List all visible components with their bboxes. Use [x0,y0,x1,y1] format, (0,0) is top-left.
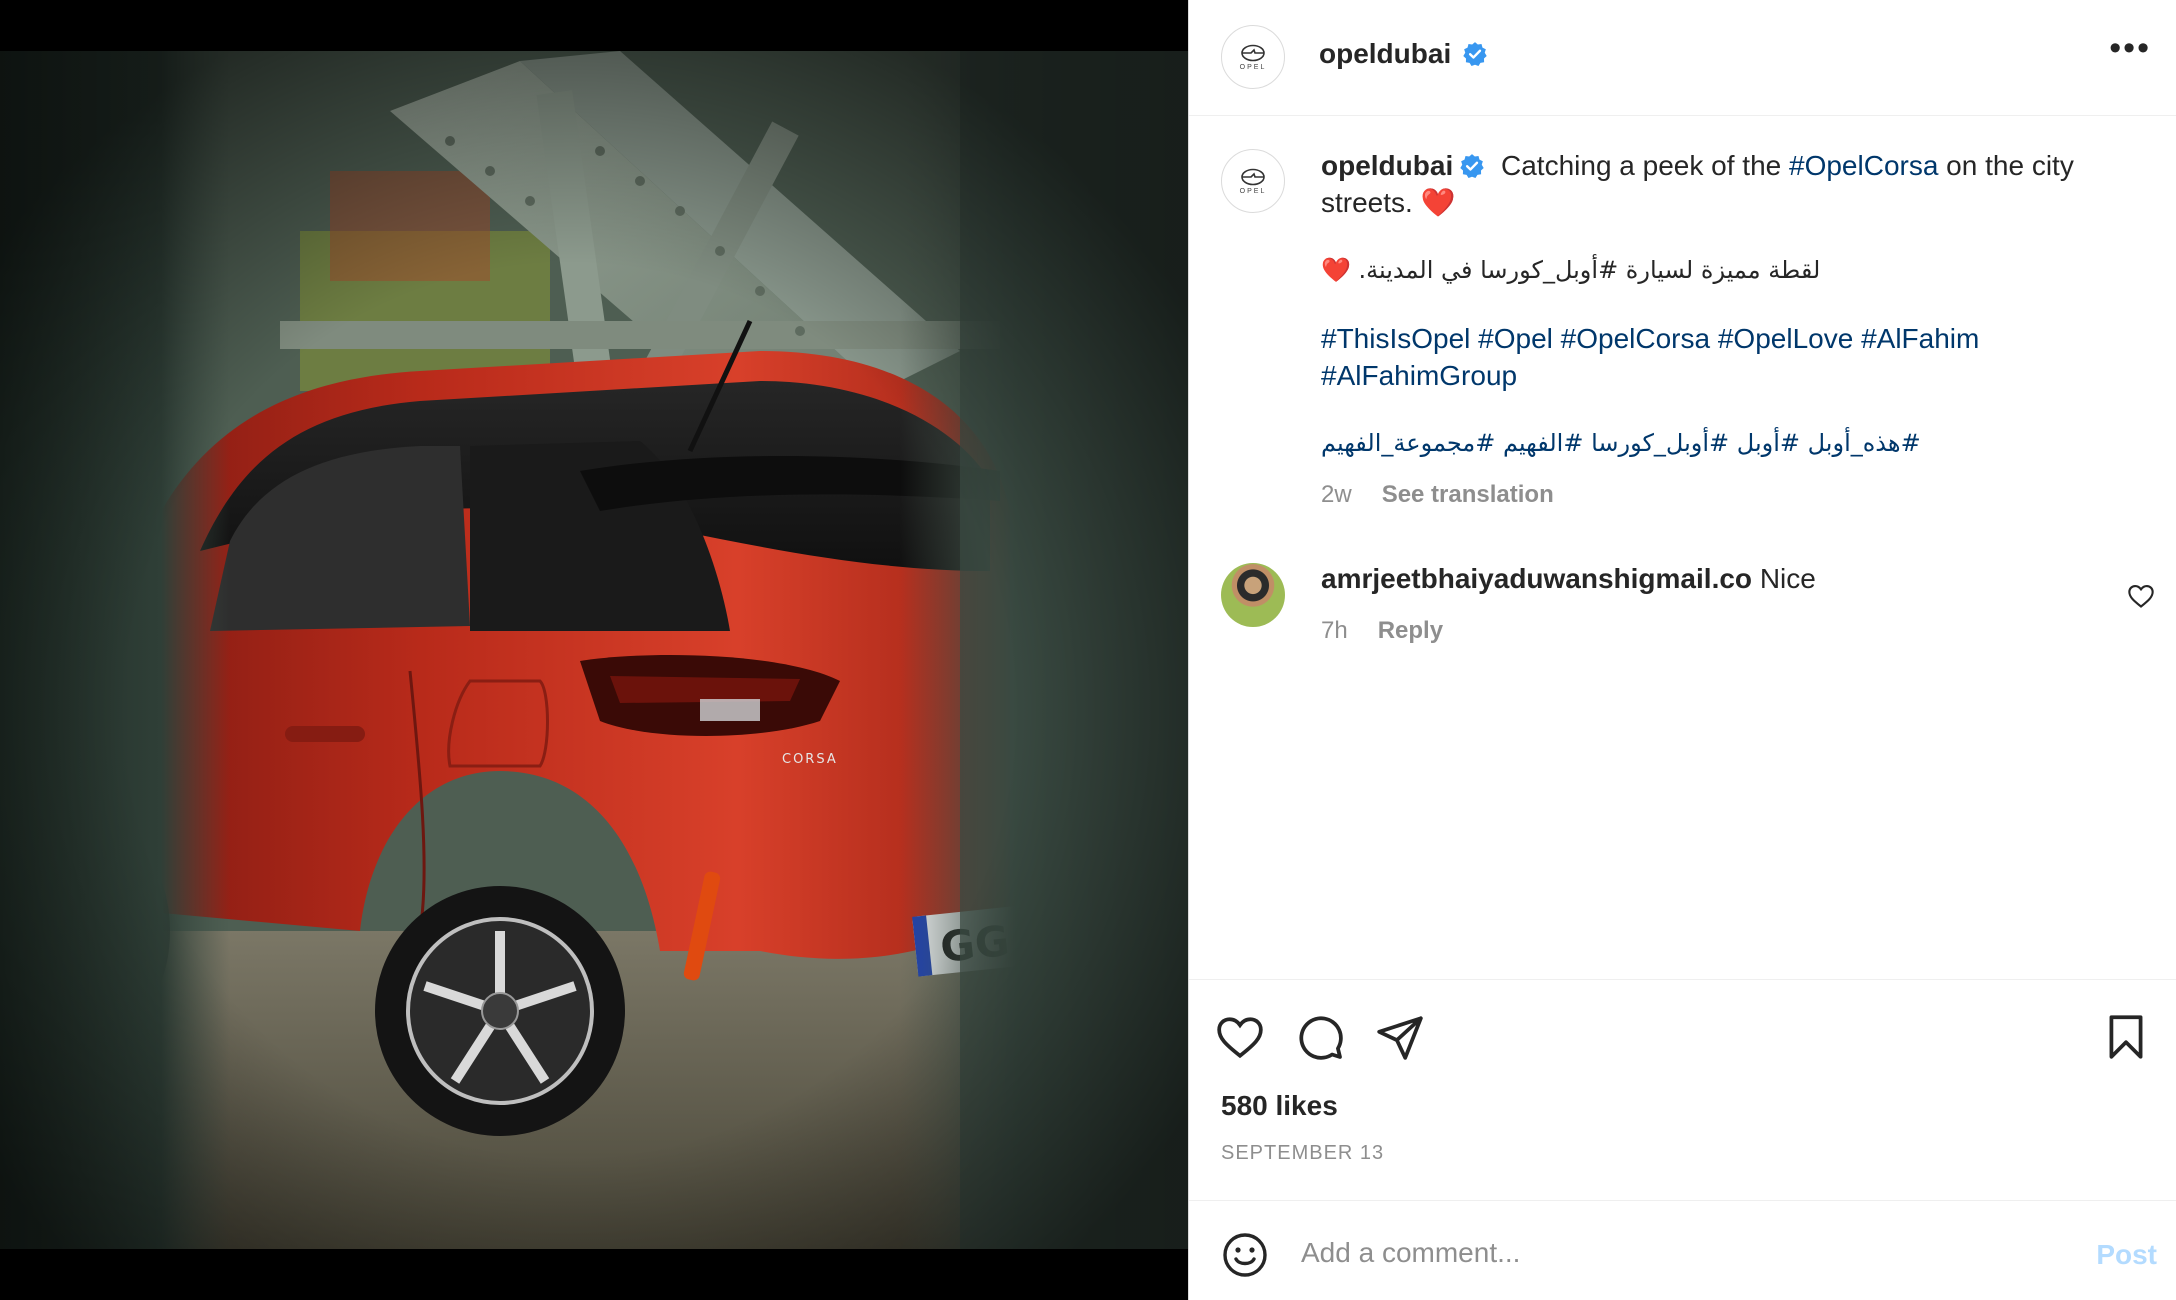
post-photo[interactable]: CORSA GG [0,51,1188,1249]
avatar-text: OPEL [1239,63,1267,71]
post-date[interactable]: SEPTEMBER 13 [1221,1142,1384,1165]
post-media[interactable]: CORSA GG [0,0,1188,1300]
more-options-icon[interactable]: ••• [2109,31,2151,65]
caption-arabic: لقطة مميزة لسيارة #أوبل_كورسا في المدينة… [1321,256,1821,284]
action-bar: 580 likes SEPTEMBER 13 [1189,979,2176,1179]
post-caption: opeldubai Catching a peek of the #OpelCo… [1321,147,2111,513]
commenter-avatar[interactable] [1221,563,1285,627]
comment-bubble-icon[interactable] [1295,1012,1345,1062]
hashtags-arabic[interactable]: #هذه_أوبل #أوبل #أوبل_كورسا #الفهيم #مجم… [1321,425,2111,462]
comment-body: amrjeetbhaiyaduwanshigmail.co Nice [1321,563,1816,595]
commenter-username[interactable]: amrjeetbhaiyaduwanshigmail.co [1321,563,1752,594]
opel-logo-icon [1241,44,1265,61]
add-comment-bar: Post [1189,1200,2176,1300]
hashtags-english[interactable]: #ThisIsOpel #Opel #OpelCorsa #OpelLove #… [1321,320,2111,394]
avatar-text: OPEL [1239,187,1267,195]
comment-input[interactable] [1301,1229,2001,1277]
heart-emoji: ❤️ [1420,187,1456,218]
comment-text: Nice [1759,563,1816,594]
see-translation-button[interactable]: See translation [1382,481,1554,508]
share-plane-icon[interactable] [1375,1012,1425,1062]
caption-avatar[interactable]: OPEL [1221,149,1285,213]
profile-avatar[interactable]: OPEL [1221,25,1285,89]
caption-username[interactable]: opeldubai [1321,150,1453,181]
verified-badge-icon [1460,154,1484,179]
reply-button[interactable]: Reply [1378,617,1443,644]
caption-text-start: Catching a peek of the [1501,150,1789,181]
post-side-panel: OPEL opeldubai ••• OPEL opeldubai Catchi… [1188,0,2176,1300]
opel-logo-icon [1241,168,1265,185]
comments-section: OPEL opeldubai Catching a peek of the #O… [1189,117,2176,979]
verified-badge-icon [1462,42,1487,67]
caption-time[interactable]: 2w [1321,481,1352,508]
header-username[interactable]: opeldubai [1319,38,1451,69]
post-comment-button[interactable]: Post [2096,1239,2157,1271]
comment-meta: 7h Reply [1321,617,1443,645]
car-photo-illustration: CORSA GG [0,51,1188,1249]
post-header: OPEL opeldubai ••• [1189,0,2176,116]
comment-like-heart-icon[interactable] [2127,582,2155,610]
like-heart-icon[interactable] [1215,1012,1265,1062]
emoji-icon[interactable] [1221,1231,1269,1279]
likes-count[interactable]: 580 likes [1221,1090,1338,1122]
hashtag-link[interactable]: #OpelCorsa [1789,150,1938,181]
bookmark-icon[interactable] [2101,1012,2151,1062]
caption-meta: 2w See translation [1321,476,2111,513]
comment-time[interactable]: 7h [1321,617,1348,644]
